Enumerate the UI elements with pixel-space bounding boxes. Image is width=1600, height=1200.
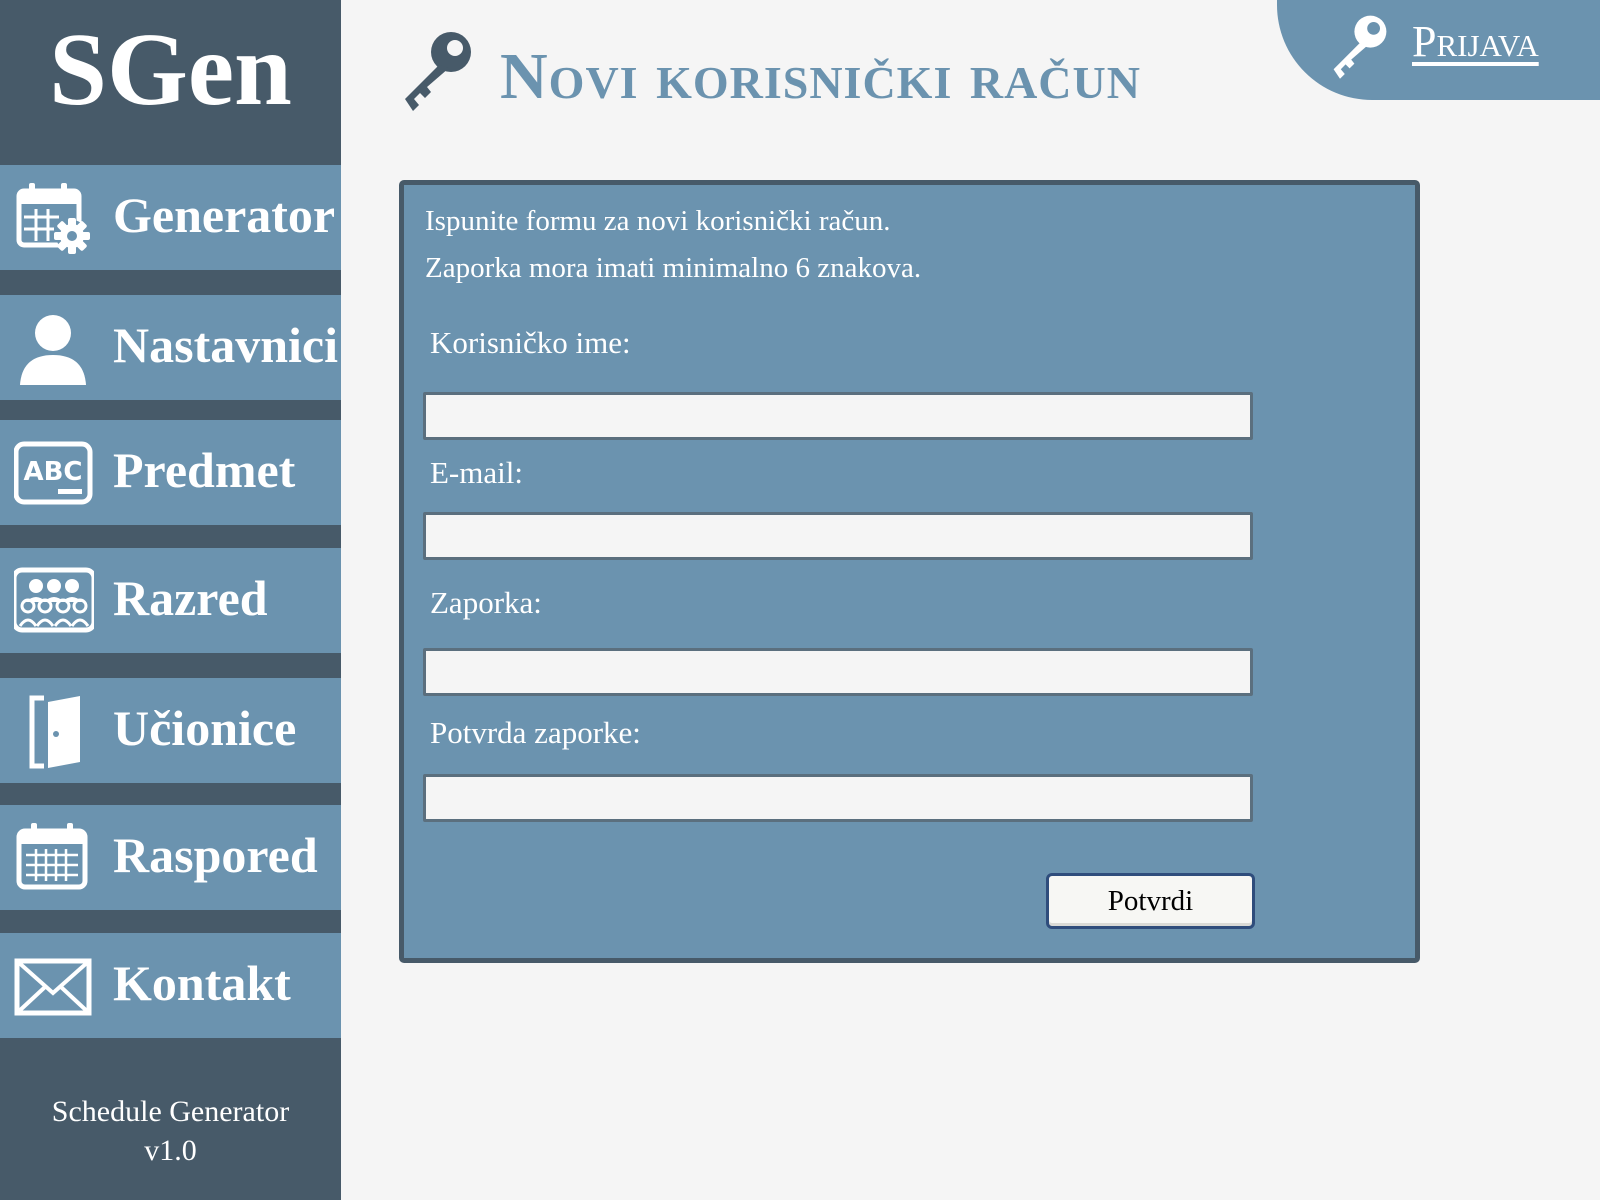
sidebar-item-raspored[interactable]: Raspored bbox=[0, 805, 341, 910]
registration-form: Ispunite formu za novi korisnički račun.… bbox=[399, 180, 1420, 963]
calendar-icon bbox=[14, 819, 94, 899]
username-input[interactable] bbox=[423, 392, 1253, 440]
confirm-password-label: Potvrda zaporke: bbox=[430, 715, 641, 750]
sidebar-item-generator[interactable]: Generator bbox=[0, 165, 341, 270]
password-input[interactable] bbox=[423, 648, 1253, 696]
app-logo[interactable]: SGen bbox=[0, 0, 341, 160]
sidebar-item-kontakt[interactable]: Kontakt bbox=[0, 933, 341, 1038]
door-icon bbox=[14, 692, 94, 772]
user-icon bbox=[14, 309, 94, 389]
svg-text:ABC: ABC bbox=[23, 457, 82, 487]
sidebar-item-label: Nastavnici bbox=[113, 317, 338, 373]
sidebar-item-label: Razred bbox=[113, 570, 268, 626]
login-button[interactable]: Prijava bbox=[1277, 0, 1600, 100]
abc-board-icon: ABC bbox=[14, 434, 94, 514]
username-label: Korisničko ime: bbox=[430, 325, 631, 360]
sidebar-item-label: Učionice bbox=[113, 700, 297, 756]
group-icon bbox=[14, 562, 94, 642]
envelope-icon bbox=[14, 947, 94, 1027]
submit-button[interactable]: Potvrdi bbox=[1046, 873, 1255, 929]
password-label: Zaporka: bbox=[430, 585, 542, 620]
app-version: Schedule Generator v1.0 bbox=[0, 1092, 341, 1170]
sidebar-item-predmet[interactable]: ABC Predmet bbox=[0, 420, 341, 525]
confirm-password-input[interactable] bbox=[423, 774, 1253, 822]
key-icon bbox=[397, 25, 479, 115]
form-instructions: Ispunite formu za novi korisnički račun. bbox=[425, 205, 891, 237]
calendar-gear-icon bbox=[14, 179, 94, 259]
email-input[interactable] bbox=[423, 512, 1253, 560]
sidebar-item-ucionice[interactable]: Učionice bbox=[0, 678, 341, 783]
sidebar-item-label: Generator bbox=[113, 187, 336, 243]
sidebar-item-label: Raspored bbox=[113, 827, 318, 883]
app-name-label: Schedule Generator bbox=[51, 1095, 290, 1128]
sidebar-item-label: Kontakt bbox=[113, 955, 291, 1011]
email-label: E-mail: bbox=[430, 455, 523, 490]
sidebar-item-label: Predmet bbox=[113, 442, 296, 498]
page-title: Novi korisnički račun bbox=[500, 40, 1141, 113]
version-label: v1.0 bbox=[144, 1134, 197, 1167]
password-requirement-text: Zaporka mora imati minimalno 6 znakova. bbox=[425, 252, 922, 284]
login-link[interactable]: Prijava bbox=[1412, 8, 1539, 76]
sidebar: SGen Generator Nastavnici ABC Predmet Ra… bbox=[0, 0, 341, 1200]
sidebar-item-razred[interactable]: Razred bbox=[0, 548, 341, 653]
sidebar-item-nastavnici[interactable]: Nastavnici bbox=[0, 295, 341, 400]
key-icon bbox=[1327, 10, 1393, 82]
